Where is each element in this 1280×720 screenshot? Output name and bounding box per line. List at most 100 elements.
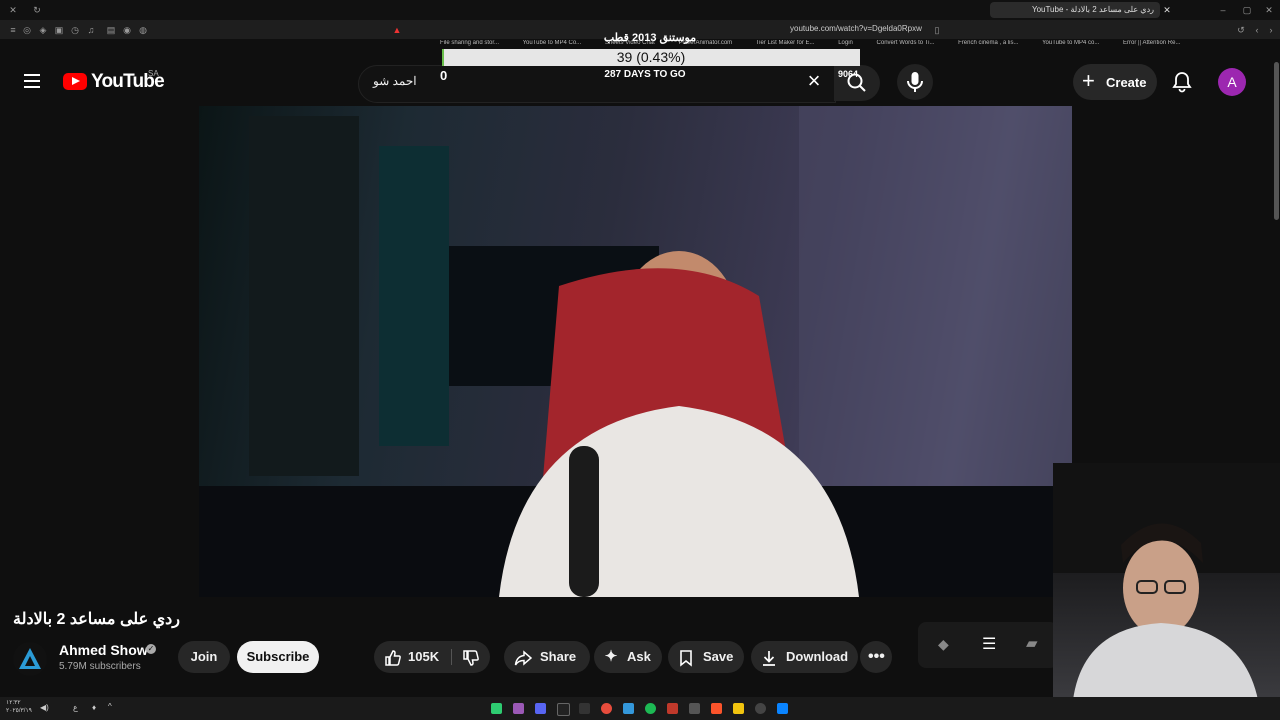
download-icon: [761, 649, 777, 666]
clock-date: ٢٠٢٥/٣/١٩: [6, 708, 32, 714]
download-button[interactable]: Download: [751, 641, 858, 673]
clear-search-icon[interactable]: ×: [804, 70, 824, 92]
reload-icon[interactable]: ↻: [32, 5, 42, 15]
brave-browser-icon[interactable]: [711, 703, 722, 714]
extension-icon[interactable]: ▤: [106, 25, 116, 35]
search-query[interactable]: احمد شو: [373, 74, 417, 88]
taskbar-app-icon[interactable]: [491, 703, 502, 714]
share-label: Share: [540, 649, 577, 664]
save-button[interactable]: Save: [668, 641, 744, 673]
bookmark-item[interactable]: Convert Words to Ti...: [877, 40, 935, 46]
history-icon[interactable]: ↺: [1236, 25, 1246, 35]
video-title: ردي على مساعد 2 بالادلة: [13, 611, 180, 628]
account-avatar[interactable]: A: [1218, 68, 1246, 96]
extension-icon[interactable]: ◷: [70, 25, 80, 35]
hamburger-menu-icon[interactable]: [18, 70, 46, 94]
maximize-icon[interactable]: ▢: [1242, 5, 1252, 15]
country-code: SA: [148, 69, 159, 78]
file-explorer-icon[interactable]: [733, 703, 744, 714]
channel-logo-icon: [19, 648, 41, 669]
voice-search-button[interactable]: [897, 64, 933, 100]
bookmark-save-icon: [678, 649, 694, 667]
notifications-button[interactable]: [1168, 68, 1196, 96]
brave-shield-icon[interactable]: ▲: [392, 25, 402, 35]
windows-start-icon[interactable]: [777, 703, 788, 714]
back-icon[interactable]: ‹: [1252, 25, 1262, 35]
extension-icon[interactable]: ◎: [22, 25, 32, 35]
more-actions-button[interactable]: •••: [860, 641, 892, 673]
like-divider: [451, 649, 452, 665]
save-label: Save: [703, 649, 734, 664]
capcut-icon[interactable]: [579, 703, 590, 714]
channel-avatar[interactable]: [13, 642, 47, 676]
subscribe-button[interactable]: Subscribe: [237, 641, 319, 673]
plus-icon: +: [1082, 68, 1095, 93]
goal-days-left: 287 DAYS TO GO: [604, 69, 686, 80]
forward-icon[interactable]: ›: [1266, 25, 1276, 35]
tab-active[interactable]: ردي على مساعد 2 بالادلة - YouTube: [990, 2, 1160, 18]
goal-start-value: 0: [440, 68, 448, 83]
tab-close-icon[interactable]: ✕: [1162, 5, 1172, 15]
search-taskbar-icon[interactable]: [755, 703, 766, 714]
webcam-image: [1053, 463, 1280, 700]
browser-tab-bar: ✕ ↻ ردي على مساعد 2 بالادلة - YouTube ✕ …: [0, 0, 1280, 20]
obs-icon[interactable]: [601, 703, 612, 714]
gem-icon[interactable]: ◆: [938, 636, 949, 653]
share-button[interactable]: Share: [504, 641, 590, 673]
side-panel-tabs: ◆ ☰ ▰: [918, 622, 1058, 668]
window-menu-icon[interactable]: ✕: [8, 5, 18, 15]
verified-badge-icon: ✓: [146, 644, 156, 654]
page-scrollbar[interactable]: [1274, 62, 1279, 220]
ask-label: Ask: [627, 649, 651, 664]
spotify-icon[interactable]: [645, 703, 656, 714]
music-icon[interactable]: ♫: [86, 25, 96, 35]
thumbs-down-icon[interactable]: [462, 649, 479, 666]
microphone-tray-icon[interactable]: ♦: [92, 703, 96, 712]
system-clock[interactable]: ١٢:٣٢ ٢٠٢٥/٣/١٩: [6, 699, 32, 715]
extension-icon[interactable]: ◉: [122, 25, 132, 35]
extension-icon[interactable]: ◈: [38, 25, 48, 35]
taskbar-app-icon[interactable]: [689, 703, 700, 714]
bookmark-item[interactable]: YouTube to MP4 co...: [1042, 40, 1099, 46]
minimize-icon[interactable]: –: [1218, 5, 1228, 15]
join-button[interactable]: Join: [178, 641, 230, 673]
sidebar-icon[interactable]: ≡: [8, 25, 18, 35]
taskbar-app-icon[interactable]: [667, 703, 678, 714]
bell-icon: [1172, 72, 1192, 93]
share-arrow-icon: [514, 649, 533, 666]
telegram-icon[interactable]: [623, 703, 634, 714]
volume-icon[interactable]: ◀): [40, 703, 49, 712]
playlist-icon[interactable]: ☰: [982, 634, 996, 654]
bookmark-item[interactable]: French cinema , a lis...: [958, 40, 1018, 46]
thumbs-up-icon[interactable]: [384, 649, 401, 666]
clock-time: ١٢:٣٢: [6, 700, 21, 706]
extension-icon[interactable]: ▣: [54, 25, 64, 35]
goal-target-value: 9064: [838, 69, 859, 79]
microphone-icon: [907, 72, 923, 92]
discord-icon[interactable]: [535, 703, 546, 714]
extension-icon[interactable]: ◍: [138, 25, 148, 35]
goal-title: موستنق 2013 قطب: [603, 32, 697, 44]
more-dots-icon: •••: [868, 648, 885, 665]
tray-expand-icon[interactable]: ^: [108, 702, 112, 711]
webcam-overlay: [1053, 463, 1280, 700]
chat-icon[interactable]: ▰: [1026, 634, 1038, 652]
taskbar-app-icon[interactable]: [513, 703, 524, 714]
tiktok-icon[interactable]: [557, 703, 570, 716]
os-taskbar: ١٢:٣٢ ٢٠٢٥/٣/١٩ ◀) ع ♦ ^: [0, 697, 1280, 720]
create-label: Create: [1106, 75, 1147, 90]
like-count[interactable]: 105K: [408, 641, 439, 673]
tab-title: ردي على مساعد 2 بالادلة - YouTube: [1031, 5, 1154, 14]
youtube-logo-icon[interactable]: [63, 73, 87, 90]
bookmark-item[interactable]: Error || Attention Re...: [1123, 40, 1180, 46]
close-window-icon[interactable]: ✕: [1264, 5, 1274, 15]
video-player[interactable]: [199, 106, 1072, 597]
ask-button[interactable]: ✦ Ask: [594, 641, 662, 673]
sparkle-icon: ✦: [604, 648, 618, 665]
video-frame-image: [199, 106, 1072, 597]
download-label: Download: [786, 649, 849, 664]
goal-progress-text: 39 (0.43%): [616, 49, 686, 65]
channel-name[interactable]: Ahmed Show: [59, 642, 148, 658]
language-indicator[interactable]: ع: [73, 703, 78, 712]
bookmark-icon[interactable]: ▯: [932, 25, 942, 35]
